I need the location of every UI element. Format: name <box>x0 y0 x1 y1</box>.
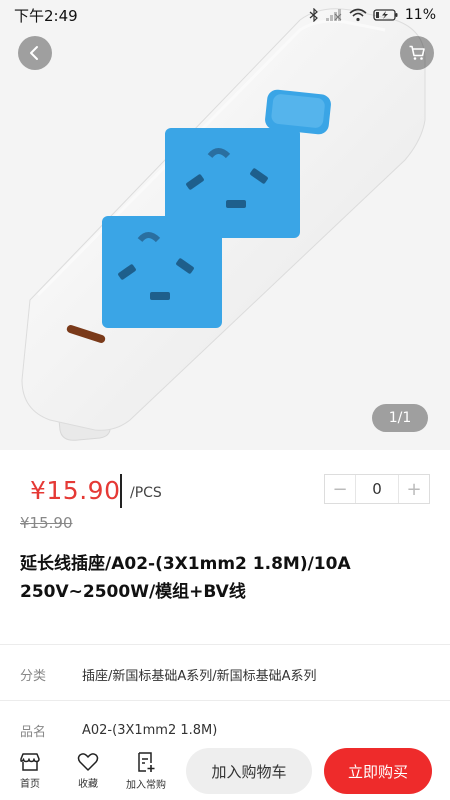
quantity-plus-button[interactable]: + <box>399 475 429 503</box>
home-label: 首页 <box>20 779 40 790</box>
spec-label: 品名 <box>20 724 47 740</box>
home-button[interactable]: 首页 <box>2 752 58 790</box>
cart-button[interactable] <box>400 36 434 70</box>
original-price: ¥15.90 <box>20 514 73 532</box>
heart-icon <box>77 752 99 772</box>
add-frequent-button[interactable]: 加入常购 <box>118 751 174 791</box>
product-detail-page: 1/1 下午2:49 11% ¥15.90 /PCS − 0 + ¥15.90 … <box>0 0 450 800</box>
cart-icon <box>408 44 426 62</box>
product-image-carousel[interactable]: 1/1 <box>0 0 450 450</box>
add-to-cart-button[interactable]: 加入购物车 <box>186 748 312 794</box>
back-icon <box>27 45 43 61</box>
price-row: ¥15.90 /PCS − 0 + <box>0 472 450 512</box>
text-cursor <box>120 474 122 508</box>
bottom-action-bar: 首页 收藏 加入常购 加入购物车 立即购买 <box>0 742 450 800</box>
quantity-input[interactable]: 0 <box>355 475 399 503</box>
price-unit: /PCS <box>130 485 162 501</box>
favorite-label: 收藏 <box>78 779 98 790</box>
quantity-stepper: − 0 + <box>324 474 430 504</box>
spec-value: 插座/新国标基础A系列/新国标基础A系列 <box>82 668 317 684</box>
add-frequent-label: 加入常购 <box>126 780 166 791</box>
status-time: 下午2:49 <box>14 6 78 25</box>
product-title: 延长线插座/A02-(3X1mm2 1.8M)/10A 250V~2500W/模… <box>20 554 351 602</box>
battery-icon <box>373 8 399 22</box>
battery-percent: 11% <box>404 7 436 23</box>
quantity-minus-button[interactable]: − <box>325 475 355 503</box>
bluetooth-icon <box>309 8 319 22</box>
add-list-icon <box>135 751 157 773</box>
spec-value: A02-(3X1mm2 1.8M) <box>82 722 218 738</box>
status-icons: 11% <box>309 7 436 23</box>
spec-label: 分类 <box>20 668 47 684</box>
wifi-icon <box>349 8 367 22</box>
status-bar: 下午2:49 11% <box>0 0 450 30</box>
back-button[interactable] <box>18 36 52 70</box>
favorite-button[interactable]: 收藏 <box>60 752 116 790</box>
current-price: ¥15.90 <box>30 476 121 505</box>
store-icon <box>19 752 41 772</box>
buy-now-button[interactable]: 立即购买 <box>324 748 432 794</box>
spec-row-category: 分类 插座/新国标基础A系列/新国标基础A系列 <box>0 648 450 700</box>
divider <box>0 644 450 645</box>
image-page-indicator: 1/1 <box>372 404 428 432</box>
power-strip-image <box>0 0 450 450</box>
divider <box>0 700 450 701</box>
signal-icon <box>325 8 343 22</box>
